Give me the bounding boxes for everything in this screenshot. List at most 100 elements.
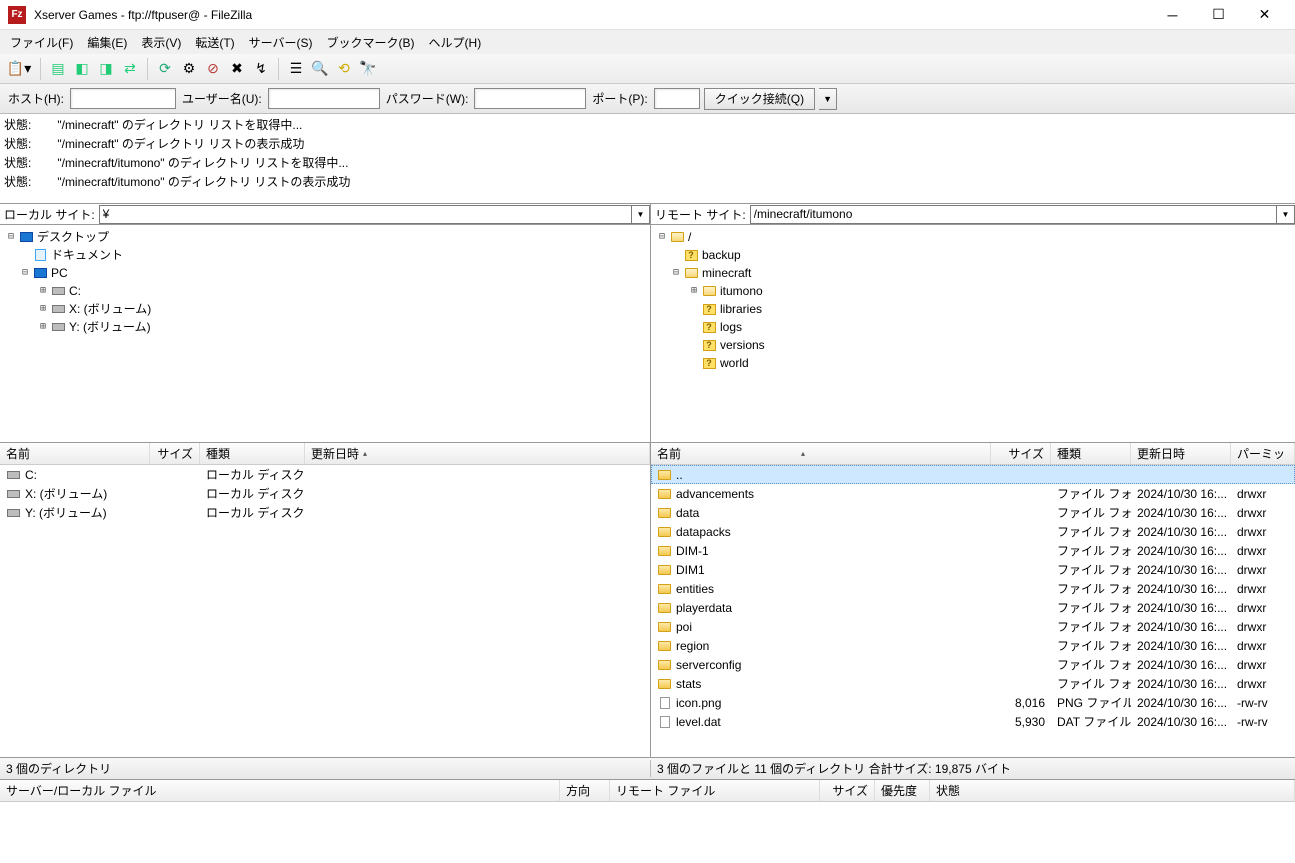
- toggle-remote-tree-button[interactable]: ◨: [95, 58, 117, 80]
- tree-item-itumono[interactable]: itumono: [720, 282, 763, 300]
- tree-item-y[interactable]: Y: (ボリューム): [69, 318, 151, 336]
- list-item[interactable]: icon.png8,016PNG ファイル2024/10/30 16:...-r…: [651, 693, 1295, 712]
- local-tree[interactable]: ⊟ デスクトップ ドキュメント ⊟ PC ⊞ C: ⊞ X: (ボリューム) ⊞ Y: (…: [0, 225, 651, 442]
- list-item[interactable]: Y: (ボリューム)ローカル ディスク: [0, 503, 650, 522]
- expand-icon[interactable]: ⊟: [655, 228, 669, 246]
- col-remote-file[interactable]: リモート ファイル: [610, 780, 820, 801]
- host-input[interactable]: [70, 88, 176, 109]
- folder-icon: [658, 679, 671, 689]
- filter-button[interactable]: ☰: [285, 58, 307, 80]
- col-queue-status[interactable]: 状態: [930, 780, 1295, 801]
- expand-icon[interactable]: ⊟: [669, 264, 683, 282]
- remote-tree[interactable]: ⊟/ ?backup ⊟minecraft ⊞itumono ?librarie…: [651, 225, 1295, 442]
- pc-icon: [34, 268, 47, 278]
- search-button[interactable]: 🔭: [357, 58, 379, 80]
- menu-view[interactable]: 表示(V): [135, 32, 187, 53]
- username-input[interactable]: [268, 88, 380, 109]
- close-button[interactable]: ✕: [1242, 1, 1287, 29]
- list-item[interactable]: X: (ボリューム)ローカル ディスク: [0, 484, 650, 503]
- tree-item-backup[interactable]: backup: [702, 246, 741, 264]
- tree-item-pc[interactable]: PC: [51, 264, 68, 282]
- tree-item-desktop[interactable]: デスクトップ: [37, 228, 109, 246]
- list-item[interactable]: regionファイル フォ...2024/10/30 16:...drwxr: [651, 636, 1295, 655]
- refresh-button[interactable]: ⟳: [154, 58, 176, 80]
- col-date[interactable]: 更新日時: [1131, 443, 1231, 464]
- folder-icon: [671, 232, 684, 242]
- process-queue-button[interactable]: ⚙: [178, 58, 200, 80]
- list-item[interactable]: dataファイル フォ...2024/10/30 16:...drwxr: [651, 503, 1295, 522]
- expand-icon[interactable]: ⊞: [36, 300, 50, 318]
- menu-help[interactable]: ヘルプ(H): [423, 32, 488, 53]
- tree-item-libraries[interactable]: libraries: [720, 300, 762, 318]
- tree-item-c[interactable]: C:: [69, 282, 81, 300]
- list-item[interactable]: DIM-1ファイル フォ...2024/10/30 16:...drwxr: [651, 541, 1295, 560]
- folder-icon: [658, 641, 671, 651]
- local-file-list[interactable]: 名前 サイズ 種類 更新日時▴ C:ローカル ディスクX: (ボリューム)ローカ…: [0, 443, 651, 757]
- list-item[interactable]: entitiesファイル フォ...2024/10/30 16:...drwxr: [651, 579, 1295, 598]
- list-item[interactable]: playerdataファイル フォ...2024/10/30 16:...drw…: [651, 598, 1295, 617]
- disconnect-button[interactable]: ✖: [226, 58, 248, 80]
- list-item[interactable]: DIM1ファイル フォ...2024/10/30 16:...drwxr: [651, 560, 1295, 579]
- col-size[interactable]: サイズ: [150, 443, 200, 464]
- col-server[interactable]: サーバー/ローカル ファイル: [0, 780, 560, 801]
- site-manager-button[interactable]: 📋▾: [4, 58, 34, 80]
- col-name[interactable]: 名前: [0, 443, 150, 464]
- remote-site-dropdown[interactable]: ▼: [1277, 205, 1295, 224]
- unknown-folder-icon: ?: [703, 322, 716, 333]
- compare-button[interactable]: 🔍: [309, 58, 331, 80]
- item-name: data: [676, 506, 699, 520]
- remote-file-list[interactable]: 名前▴ サイズ 種類 更新日時 パーミッ ..advancementsファイル …: [651, 443, 1295, 757]
- col-type[interactable]: 種類: [200, 443, 305, 464]
- expand-icon[interactable]: ⊞: [36, 282, 50, 300]
- maximize-button[interactable]: ☐: [1196, 1, 1241, 29]
- local-site-dropdown[interactable]: ▼: [632, 205, 650, 224]
- password-input[interactable]: [474, 88, 586, 109]
- menu-edit[interactable]: 編集(E): [81, 32, 133, 53]
- minimize-button[interactable]: ─: [1150, 1, 1195, 29]
- list-item[interactable]: level.dat5,930DAT ファイル2024/10/30 16:...-…: [651, 712, 1295, 731]
- expand-icon[interactable]: ⊟: [4, 228, 18, 246]
- col-priority[interactable]: 優先度: [875, 780, 930, 801]
- message-log[interactable]: 状態: "/minecraft" のディレクトリ リストを取得中...状態: "…: [0, 114, 1295, 204]
- list-item[interactable]: serverconfigファイル フォ...2024/10/30 16:...d…: [651, 655, 1295, 674]
- quickconnect-dropdown[interactable]: ▼: [819, 88, 837, 110]
- menu-file[interactable]: ファイル(F): [4, 32, 79, 53]
- col-name[interactable]: 名前▴: [651, 443, 991, 464]
- quickconnect-button[interactable]: クイック接続(Q): [704, 88, 815, 110]
- tree-item-world[interactable]: world: [720, 354, 749, 372]
- port-input[interactable]: [654, 88, 700, 109]
- list-item[interactable]: datapacksファイル フォ...2024/10/30 16:...drwx…: [651, 522, 1295, 541]
- menu-transfer[interactable]: 転送(T): [189, 32, 240, 53]
- tree-item-x[interactable]: X: (ボリューム): [69, 300, 151, 318]
- col-queue-size[interactable]: サイズ: [820, 780, 875, 801]
- reconnect-button[interactable]: ↯: [250, 58, 272, 80]
- cancel-button[interactable]: ⊘: [202, 58, 224, 80]
- expand-icon[interactable]: ⊟: [18, 264, 32, 282]
- menu-bookmarks[interactable]: ブックマーク(B): [321, 32, 421, 53]
- tree-item-root[interactable]: /: [688, 228, 691, 246]
- toggle-log-button[interactable]: ▤: [47, 58, 69, 80]
- tree-item-documents[interactable]: ドキュメント: [51, 246, 123, 264]
- expand-icon[interactable]: ⊞: [36, 318, 50, 336]
- tree-item-minecraft[interactable]: minecraft: [702, 264, 751, 282]
- list-item[interactable]: statsファイル フォ...2024/10/30 16:...drwxr: [651, 674, 1295, 693]
- tree-item-versions[interactable]: versions: [720, 336, 765, 354]
- col-perm[interactable]: パーミッ: [1231, 443, 1295, 464]
- expand-icon[interactable]: ⊞: [687, 282, 701, 300]
- transfer-queue[interactable]: [0, 802, 1295, 842]
- col-direction[interactable]: 方向: [560, 780, 610, 801]
- list-item[interactable]: ..: [651, 465, 1295, 484]
- sync-browse-button[interactable]: ⟲: [333, 58, 355, 80]
- menu-server[interactable]: サーバー(S): [243, 32, 319, 53]
- local-site-input[interactable]: [99, 205, 632, 224]
- remote-site-input[interactable]: [750, 205, 1277, 224]
- toggle-queue-button[interactable]: ⇄: [119, 58, 141, 80]
- list-item[interactable]: C:ローカル ディスク: [0, 465, 650, 484]
- list-item[interactable]: poiファイル フォ...2024/10/30 16:...drwxr: [651, 617, 1295, 636]
- tree-item-logs[interactable]: logs: [720, 318, 742, 336]
- toggle-local-tree-button[interactable]: ◧: [71, 58, 93, 80]
- col-type[interactable]: 種類: [1051, 443, 1131, 464]
- col-date[interactable]: 更新日時▴: [305, 443, 650, 464]
- col-size[interactable]: サイズ: [991, 443, 1051, 464]
- list-item[interactable]: advancementsファイル フォ...2024/10/30 16:...d…: [651, 484, 1295, 503]
